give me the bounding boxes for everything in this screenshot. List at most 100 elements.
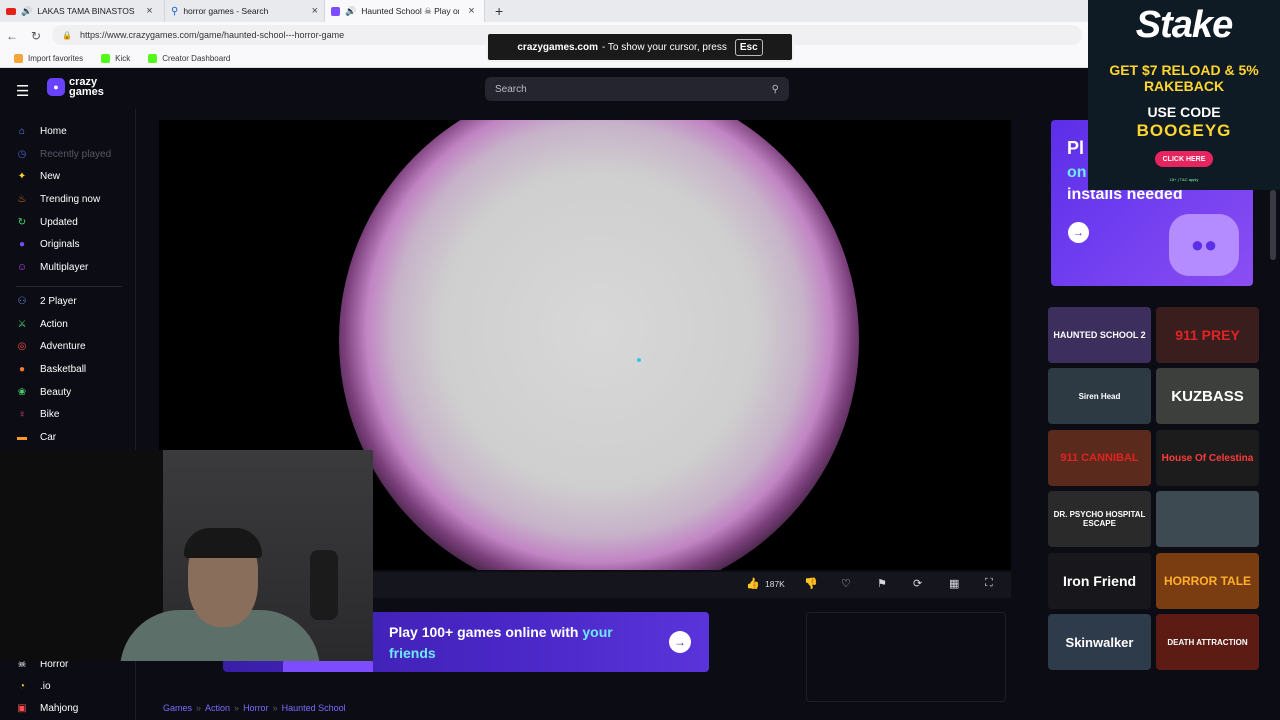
- game-thumbnail[interactable]: 911 CANNIBAL: [1048, 430, 1151, 486]
- stake-ad[interactable]: Stake GET $7 RELOAD & 5% RAKEBACK USE CO…: [1088, 0, 1280, 190]
- bookmark-creator-dashboard[interactable]: Creator Dashboard: [148, 53, 230, 63]
- game-thumbnail[interactable]: DR. PSYCHO HOSPITAL ESCAPE: [1048, 491, 1151, 547]
- menu-icon[interactable]: ☰: [16, 82, 29, 100]
- game-thumbnail[interactable]: House Of Celestina: [1156, 430, 1259, 486]
- tab-title: Haunted School: [361, 5, 422, 16]
- sidebar-item-action[interactable]: ⚔ Action: [16, 318, 68, 330]
- sword-icon: ⚔: [17, 318, 27, 330]
- sidebar-item-home[interactable]: ⌂ Home: [16, 125, 67, 137]
- sidebar-item-label: Recently played: [40, 148, 112, 160]
- sidebar-item-basketball[interactable]: ● Basketball: [16, 363, 86, 375]
- stake-use-code: USE CODE: [1147, 104, 1221, 120]
- sidebar-item-label: Beauty: [40, 386, 72, 398]
- arrow-right-icon[interactable]: →: [1068, 222, 1089, 243]
- back-icon[interactable]: ←: [0, 29, 24, 43]
- game-thumbnail-title: House Of Celestina: [1161, 452, 1254, 464]
- sidebar-item-label: Adventure: [40, 340, 86, 352]
- theater-mode-icon[interactable]: ▦: [949, 577, 959, 590]
- breadcrumb-action[interactable]: Action: [205, 703, 230, 713]
- bookmark-import-favorites[interactable]: Import favorites: [14, 53, 83, 63]
- game-thumbnail[interactable]: Skinwalker: [1048, 614, 1151, 670]
- search-icon[interactable]: ⚲: [772, 84, 779, 95]
- sidebar-item-label: Bike: [40, 408, 60, 420]
- sidebar-item-io[interactable]: ◔ .io: [16, 680, 51, 692]
- like-count: 187K: [765, 579, 785, 589]
- sidebar-item-mahjong[interactable]: ▣ Mahjong: [16, 702, 78, 714]
- sidebar-item-2-player[interactable]: ⚇ 2 Player: [16, 295, 77, 307]
- sidebar-item-multiplayer[interactable]: ☺ Multiplayer: [16, 261, 88, 273]
- game-thumbnail-title: DEATH ATTRACTION: [1167, 637, 1248, 647]
- promo-line2: friends: [389, 645, 436, 661]
- game-thumbnail-title: DR. PSYCHO HOSPITAL ESCAPE: [1053, 510, 1146, 528]
- stake-click-button[interactable]: CLICK HERE: [1155, 151, 1213, 167]
- sidebar-item-label: Trending now: [40, 193, 101, 205]
- sidebar-item-recently-played[interactable]: ◷ Recently played: [16, 148, 112, 160]
- arrow-right-icon[interactable]: →: [669, 631, 691, 653]
- webcam-overlay: [0, 450, 373, 661]
- game-thumbnail-title: HAUNTED SCHOOL 2: [1053, 330, 1146, 340]
- sidebar-item-updated[interactable]: ↻ Updated: [16, 216, 78, 228]
- refresh-icon[interactable]: ↻: [24, 29, 48, 43]
- game-thumbnail[interactable]: Iron Friend: [1048, 553, 1151, 609]
- stake-offer: GET $7 RELOAD & 5% RAKEBACK: [1109, 62, 1259, 94]
- speaker-icon[interactable]: 🔊: [21, 6, 32, 17]
- game-thumbnail[interactable]: [1156, 491, 1259, 547]
- sidebar-item-trending-now[interactable]: ♨ Trending now: [16, 193, 101, 205]
- sidebar-item-new[interactable]: ✦ New: [16, 170, 60, 182]
- game-thumbnail-title: KUZBASS: [1171, 387, 1244, 405]
- breadcrumb-horror[interactable]: Horror: [243, 703, 269, 713]
- sidebar-item-car[interactable]: ▬ Car: [16, 431, 56, 443]
- game-thumbnail[interactable]: HORROR TALE: [1156, 553, 1259, 609]
- home-icon: ⌂: [18, 125, 26, 137]
- breadcrumb-current: Haunted School: [281, 703, 346, 713]
- refresh-icon: ↻: [17, 216, 27, 228]
- thumbs-up-icon[interactable]: 👍: [746, 577, 760, 590]
- url-text: https://www.crazygames.com/game/haunted-…: [79, 30, 345, 40]
- crazygames-icon: [331, 6, 340, 16]
- new-tab-button[interactable]: +: [485, 3, 513, 19]
- share-icon[interactable]: ⟳: [913, 577, 922, 590]
- clock-icon: ◷: [17, 148, 27, 160]
- flashlight-glow: [339, 120, 859, 570]
- thumbs-down-icon[interactable]: 👎: [804, 577, 818, 590]
- game-thumbnail[interactable]: 911 PREY: [1156, 307, 1259, 363]
- kick-icon: [148, 53, 158, 63]
- ad-text-1: Pl: [1067, 138, 1085, 158]
- scrollbar[interactable]: [1270, 190, 1276, 260]
- sidebar-item-adventure[interactable]: ◎ Adventure: [16, 340, 86, 352]
- car-icon: ▬: [17, 431, 27, 443]
- game-thumbnail[interactable]: HAUNTED SCHOOL 2: [1048, 307, 1151, 363]
- game-thumbnail[interactable]: DEATH ATTRACTION: [1156, 614, 1259, 670]
- speaker-icon[interactable]: 🔊: [345, 6, 356, 17]
- sidebar-item-bike[interactable]: ♀ Bike: [16, 408, 59, 420]
- sidebar-item-originals[interactable]: ● Originals: [16, 238, 80, 250]
- browser-tab-youtube[interactable]: 🔊 LAKAS TAMA BINASTOS SI A ×: [0, 0, 165, 22]
- crazygames-icon: ●: [47, 78, 65, 96]
- close-icon[interactable]: ×: [468, 5, 474, 17]
- close-icon[interactable]: ×: [312, 5, 318, 17]
- compass-icon: ◎: [17, 340, 27, 352]
- search-icon: ⚲: [171, 5, 179, 17]
- youtube-icon: [6, 7, 16, 15]
- game-thumbnail[interactable]: Siren Head: [1048, 368, 1151, 424]
- close-icon[interactable]: ×: [146, 5, 152, 17]
- fullscreen-icon[interactable]: ⛶: [985, 577, 993, 590]
- folder-icon: [14, 53, 23, 63]
- crazygames-icon: ●●: [1169, 214, 1239, 276]
- sidebar-item-beauty[interactable]: ❀ Beauty: [16, 386, 71, 398]
- search-input[interactable]: Search ⚲: [485, 77, 789, 101]
- report-icon[interactable]: ⚑: [877, 577, 887, 590]
- heart-icon[interactable]: ♡: [841, 577, 851, 590]
- crazygames-logo[interactable]: ● crazy games: [47, 77, 104, 98]
- browser-tab-search[interactable]: ⚲ horror games - Search ×: [165, 0, 325, 22]
- stake-logo: Stake: [1135, 4, 1233, 46]
- breadcrumb-games[interactable]: Games: [163, 703, 192, 713]
- game-thumbnail[interactable]: KUZBASS: [1156, 368, 1259, 424]
- bookmark-kick[interactable]: Kick: [101, 53, 130, 63]
- browser-tab-haunted-school[interactable]: 🔊 Haunted School ☠ Play on ×: [325, 0, 485, 22]
- stake-code: BOOGEYG: [1136, 121, 1232, 140]
- tab-title-suffix: Play on: [434, 5, 459, 16]
- basketball-icon: ●: [18, 363, 26, 375]
- game-thumbnail-title: Siren Head: [1078, 391, 1121, 401]
- flame-icon: ♨: [17, 193, 27, 205]
